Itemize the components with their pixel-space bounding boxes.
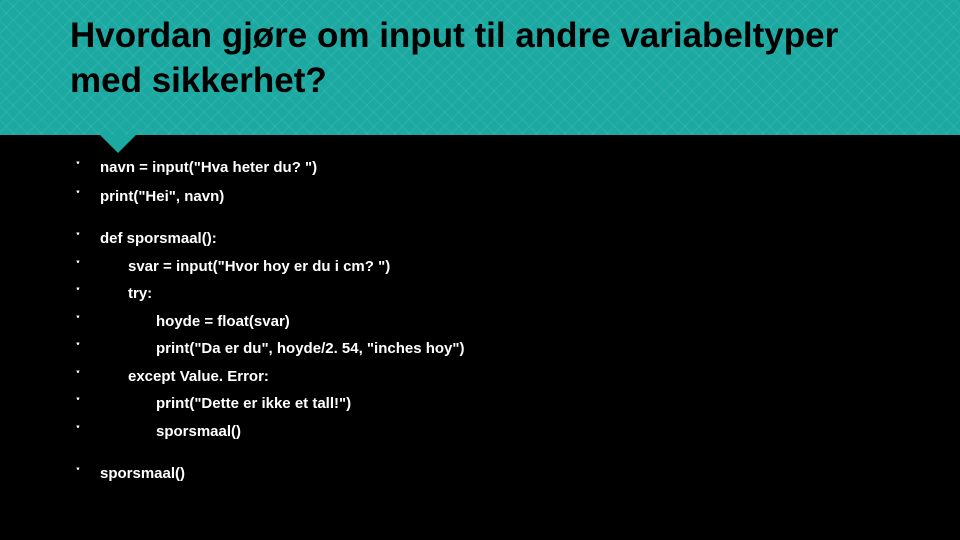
- code-line: ་ navn = input("Hva heter du? "): [70, 160, 920, 177]
- code-line: ་ svar = input("Hvor hoy er du i cm? "): [70, 259, 920, 276]
- code-text: hoyde = float(svar): [100, 314, 290, 331]
- header-arrow-icon: [100, 135, 136, 153]
- bullet-icon: ་: [70, 424, 86, 441]
- bullet-icon: ་: [70, 259, 86, 276]
- code-text: try:: [100, 286, 152, 303]
- code-line: ་ sporsmaal(): [70, 424, 920, 441]
- code-line: ་ print("Hei", navn): [70, 189, 920, 206]
- code-text: print("Da er du", hoyde/2. 54, "inches h…: [100, 341, 465, 358]
- slide-header: Hvordan gjøre om input til andre variabe…: [0, 0, 960, 135]
- bullet-icon: ་: [70, 396, 86, 413]
- code-line: ་ except Value. Error:: [70, 369, 920, 386]
- code-line: ་ try:: [70, 286, 920, 303]
- code-text: def sporsmaal():: [100, 231, 217, 248]
- slide-body: ་ navn = input("Hva heter du? ") ་ print…: [70, 160, 920, 483]
- code-text: svar = input("Hvor hoy er du i cm? "): [100, 259, 390, 276]
- code-line: ་ print("Da er du", hoyde/2. 54, "inches…: [70, 341, 920, 358]
- bullet-icon: ་: [70, 286, 86, 303]
- code-line: ་ hoyde = float(svar): [70, 314, 920, 331]
- bullet-icon: ་: [70, 189, 86, 206]
- bullet-icon: ་: [70, 341, 86, 358]
- bullet-icon: ་: [70, 160, 86, 177]
- code-text: sporsmaal(): [100, 466, 185, 483]
- code-line: ་ def sporsmaal():: [70, 231, 920, 248]
- bullet-icon: ་: [70, 369, 86, 386]
- code-text: sporsmaal(): [100, 424, 241, 441]
- slide-title: Hvordan gjøre om input til andre variabe…: [70, 14, 890, 104]
- code-text: navn = input("Hva heter du? "): [100, 160, 317, 177]
- code-text: print("Hei", navn): [100, 189, 224, 206]
- code-text: except Value. Error:: [100, 369, 269, 386]
- bullet-icon: ་: [70, 314, 86, 331]
- code-line: ་ sporsmaal(): [70, 466, 920, 483]
- bullet-icon: ་: [70, 231, 86, 248]
- bullet-icon: ་: [70, 466, 86, 483]
- code-line: ་ print("Dette er ikke et tall!"): [70, 396, 920, 413]
- code-text: print("Dette er ikke et tall!"): [100, 396, 351, 413]
